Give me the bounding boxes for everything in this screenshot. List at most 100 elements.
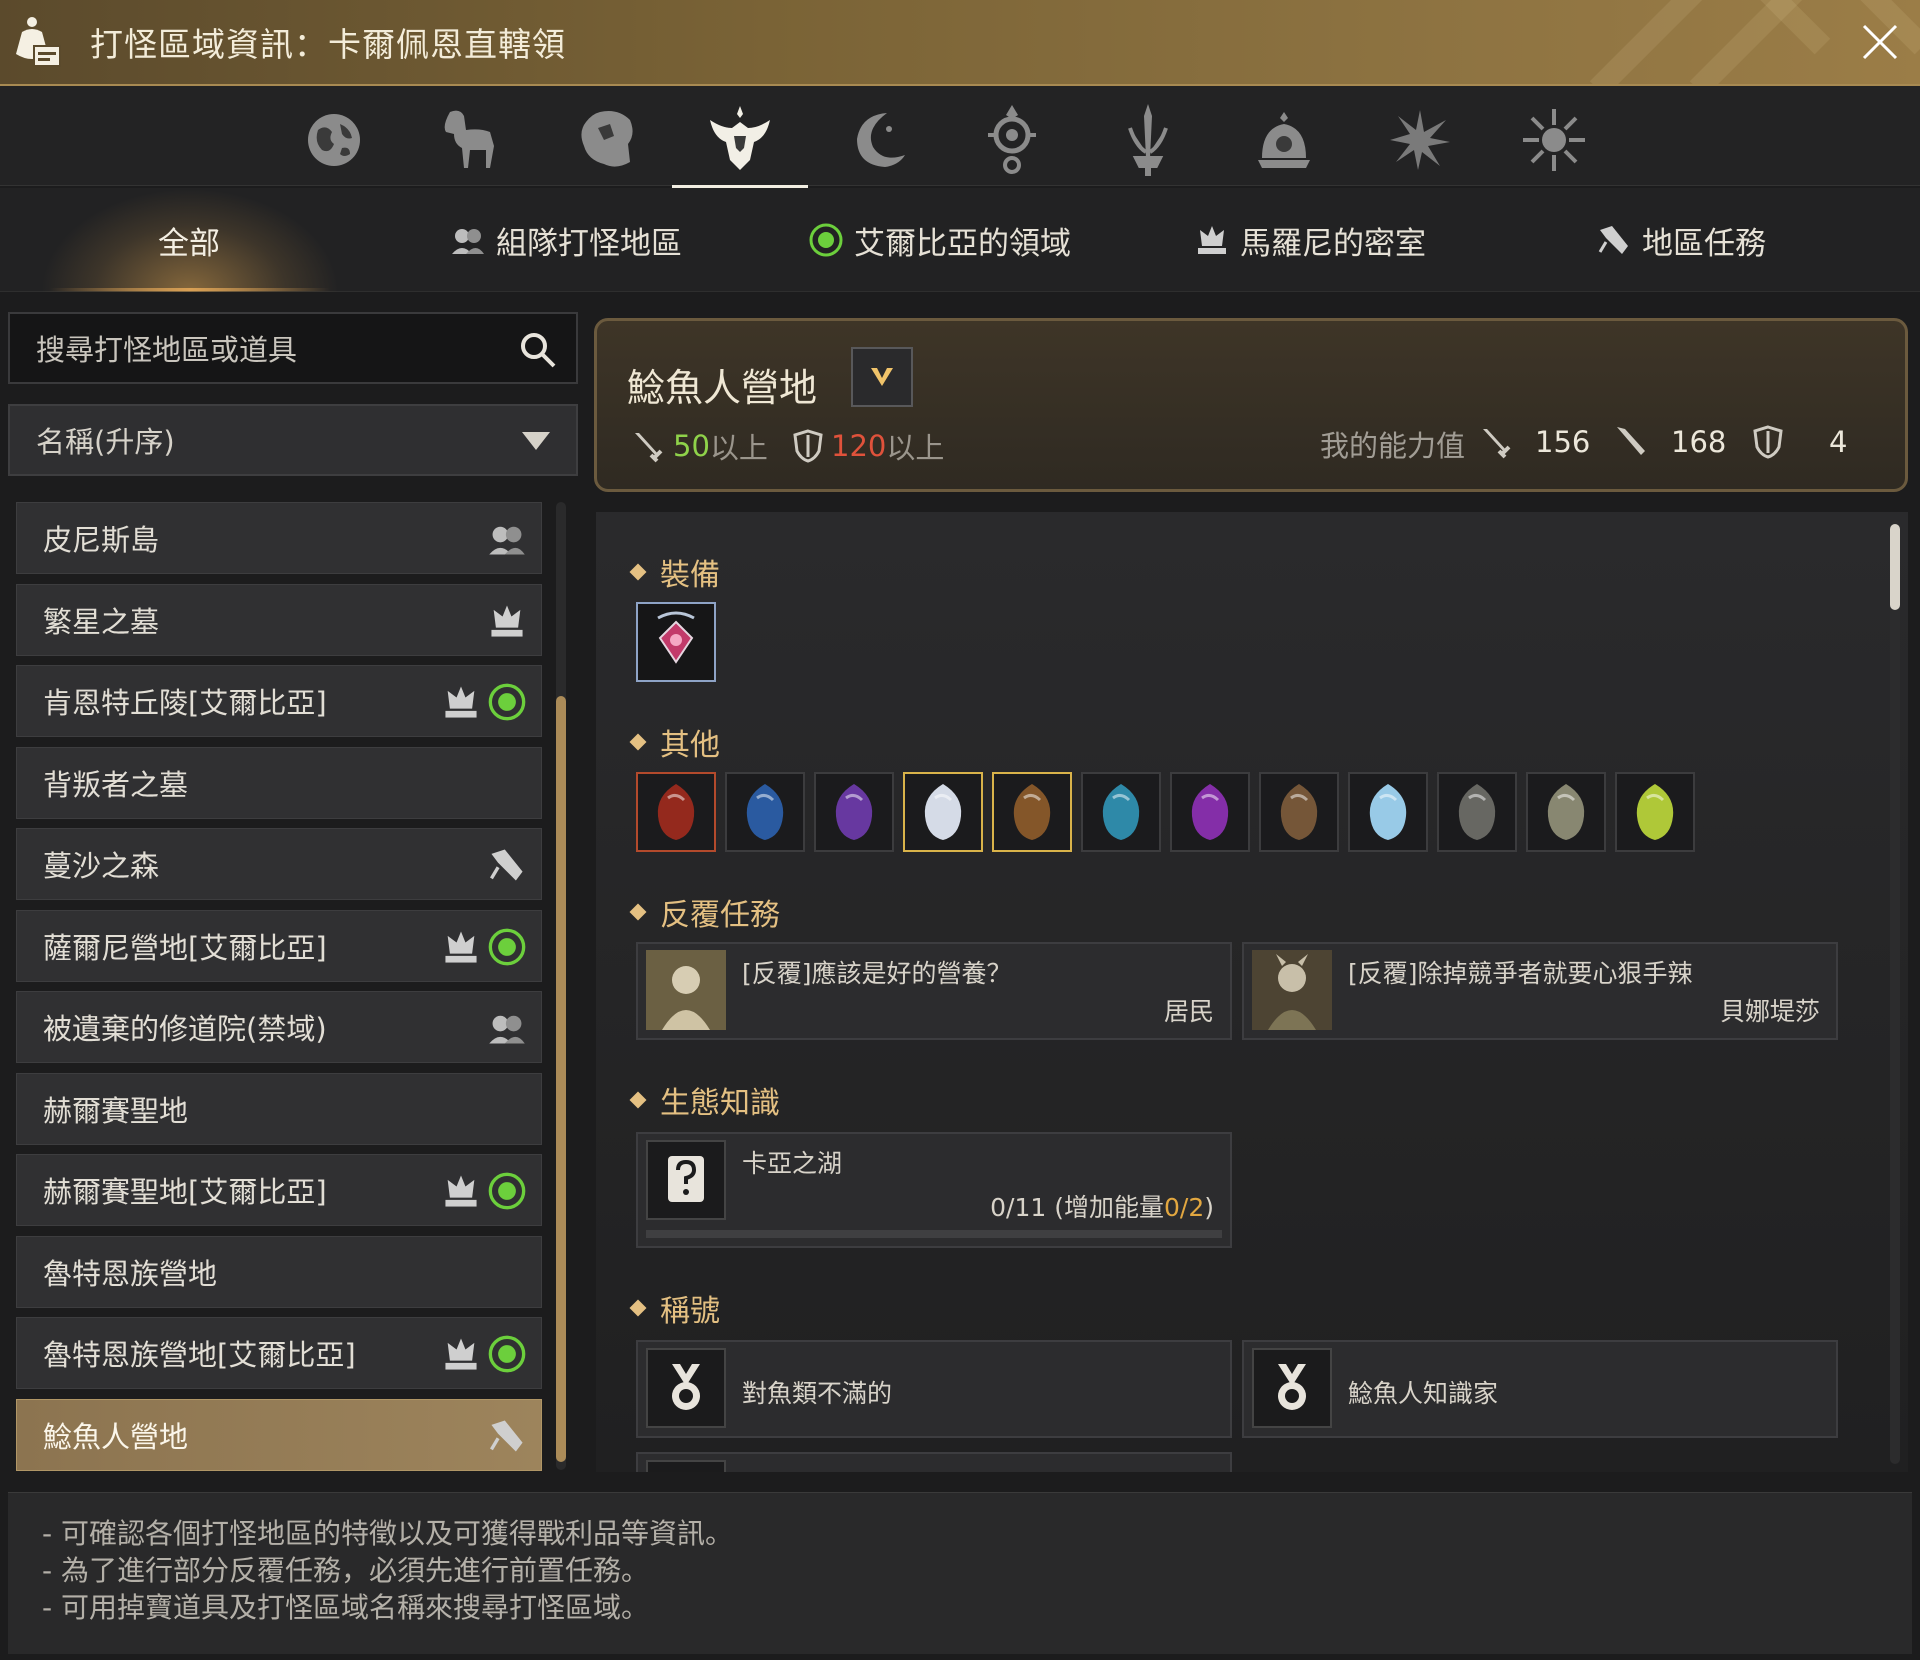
zone-list-item[interactable]: 鯰魚人營地 xyxy=(16,1398,542,1471)
white-tile-icon[interactable] xyxy=(903,772,983,852)
tab-elvia-realm[interactable]: 艾爾比亞的領域 xyxy=(808,218,1071,262)
section-title: 裝備 xyxy=(660,558,720,593)
zone-list-item[interactable]: 背叛者之墓 xyxy=(16,746,542,819)
flame-sword-icon[interactable] xyxy=(1108,100,1188,180)
my-dp-stat: 4 xyxy=(1753,425,1847,459)
tab-party-zones[interactable]: 組隊打怪地區 xyxy=(450,218,682,262)
lion-icon[interactable] xyxy=(566,100,646,180)
title-label: 鯰魚人知識家 xyxy=(1348,1379,1499,1408)
treasure-chest-icon[interactable] xyxy=(992,772,1072,852)
title-card-partial[interactable] xyxy=(636,1452,1232,1472)
silver-chest-icon[interactable] xyxy=(1259,772,1339,852)
zone-list-item[interactable]: 薩爾尼營地[艾爾比亞] xyxy=(16,909,542,982)
zone-list-item[interactable]: 魯特恩族營地 xyxy=(16,1235,542,1308)
sort-selected-value: 名稱(升序) xyxy=(36,425,175,459)
zone-list-item[interactable]: 赫爾賽聖地[艾爾比亞] xyxy=(16,1154,542,1226)
crown-icon xyxy=(441,1171,481,1211)
elvia-icon xyxy=(487,1171,527,1211)
knowledge-progress: 0/11 (增加能量0/2) xyxy=(990,1188,1214,1224)
horse-icon[interactable] xyxy=(428,100,508,180)
red-card-icon[interactable] xyxy=(636,772,716,852)
knowledge-card[interactable]: 卡亞之湖 0/11 (增加能量0/2) xyxy=(636,1132,1232,1248)
quest-scroll-icon xyxy=(487,1416,527,1456)
tab-label: 馬羅尼的密室 xyxy=(1240,225,1426,262)
globe-icon[interactable] xyxy=(294,100,374,180)
help-note: - 為了進行部分反覆任務，必須先進行前置任務。 xyxy=(42,1554,650,1587)
repeat-quest-card[interactable]: [反覆]除掉競爭者就要心狠手辣 貝娜堤莎 xyxy=(1242,942,1838,1040)
detail-scrollbar[interactable] xyxy=(1890,520,1900,1464)
zone-list-item[interactable]: 蔓沙之森 xyxy=(16,828,542,900)
title-card[interactable]: 對魚類不滿的 xyxy=(636,1340,1232,1438)
quest-title: [反覆]應該是好的營養？ xyxy=(742,959,1012,988)
ruby-necklace-icon[interactable] xyxy=(636,602,716,682)
quest-scroll-icon xyxy=(1596,222,1632,258)
tab-region-quests[interactable]: 地區任務 xyxy=(1596,218,1766,262)
help-note: - 可用掉寶道具及打怪區域名稱來搜尋打怪區域。 xyxy=(42,1591,650,1624)
help-notes: - 可確認各個打怪地區的特徵以及可獲得戰利品等資訊。 - 為了進行部分反覆任務，… xyxy=(8,1492,1912,1654)
tab-all[interactable]: 全部 xyxy=(158,218,220,262)
title-card[interactable]: 鯰魚人知識家 xyxy=(1242,1340,1838,1438)
section-equipment: 裝備 xyxy=(629,550,720,594)
zone-list-item[interactable]: 皮尼斯島 xyxy=(16,502,542,574)
zone-list-item-label: 皮尼斯島 xyxy=(43,523,160,557)
diamond-bullet-icon xyxy=(629,1091,647,1109)
zone-list-item-label: 魯特恩族營地[艾爾比亞] xyxy=(43,1338,356,1372)
sort-dropdown[interactable]: 名稱(升序) xyxy=(8,404,578,476)
search-icon[interactable] xyxy=(518,330,558,370)
tab-label: 地區任務 xyxy=(1642,225,1766,262)
crescent-moon-icon[interactable] xyxy=(838,100,918,180)
fish-scale-icon[interactable] xyxy=(1526,772,1606,852)
dp-requirement: 120 以上 xyxy=(793,425,944,467)
knowledge-progress-close: ) xyxy=(1204,1193,1214,1222)
star-burst-icon[interactable] xyxy=(1380,100,1460,180)
zone-dropdown-button[interactable] xyxy=(851,347,913,407)
zone-list-item[interactable]: 赫爾賽聖地 xyxy=(16,1072,542,1145)
search-input[interactable]: 搜尋打怪地區或道具 xyxy=(8,312,578,384)
zone-list-item[interactable]: 繁星之墓 xyxy=(16,583,542,656)
purple-pouch-icon[interactable] xyxy=(1170,772,1250,852)
winged-crest-icon[interactable] xyxy=(672,100,808,189)
eye-pendant-icon[interactable] xyxy=(972,100,1052,180)
tab-marni-chamber[interactable]: 馬羅尼的密室 xyxy=(1194,218,1426,262)
zone-list-item[interactable]: 肯恩特丘陵[艾爾比亞] xyxy=(16,665,542,737)
sun-burst-icon[interactable] xyxy=(1514,100,1594,180)
zone-list-item[interactable]: 被遺棄的修道院(禁域) xyxy=(16,991,542,1063)
zone-list-item-label: 蔓沙之森 xyxy=(43,849,160,883)
loot-bag-icon xyxy=(8,14,64,72)
blue-stone-icon[interactable] xyxy=(725,772,805,852)
section-title: 生態知識 xyxy=(660,1086,780,1121)
zone-list-item-label: 被遺棄的修道院(禁域) xyxy=(43,1012,327,1046)
dp-requirement-value: 120 xyxy=(831,429,887,463)
my-awakening-ap-stat: 168 xyxy=(1615,425,1726,459)
zone-header: 鯰魚人營地 50 以上 120 以上 我的能力值 156 168 4 xyxy=(594,318,1908,492)
green-bulb-icon[interactable] xyxy=(1615,772,1695,852)
npc-portrait-icon xyxy=(646,950,726,1030)
diamond-bullet-icon xyxy=(629,1299,647,1317)
medal-icon xyxy=(646,1348,726,1428)
purple-stone-icon[interactable] xyxy=(814,772,894,852)
quest-npc: 居民 xyxy=(1163,997,1214,1026)
repeat-quest-card[interactable]: [反覆]應該是好的營養？ 居民 xyxy=(636,942,1232,1040)
quest-title: [反覆]除掉競爭者就要心狠手辣 xyxy=(1348,959,1693,988)
zone-tag-icons xyxy=(441,927,527,967)
dome-crest-icon[interactable] xyxy=(1244,100,1324,180)
title-label: 對魚類不滿的 xyxy=(742,1379,893,1408)
tab-label: 全部 xyxy=(158,225,220,262)
close-button[interactable] xyxy=(1858,20,1902,64)
blue-pouch-icon[interactable] xyxy=(1081,772,1161,852)
knowledge-title: 卡亞之湖 xyxy=(742,1149,843,1178)
ap-requirement: 50 以上 xyxy=(631,425,768,467)
section-title: 稱號 xyxy=(660,1294,720,1329)
crown-icon xyxy=(441,1334,481,1374)
crystal-wand-icon[interactable] xyxy=(1348,772,1428,852)
awakening-sword-icon xyxy=(1615,425,1649,459)
chevron-down-icon xyxy=(522,432,550,450)
zone-list-scroll-thumb[interactable] xyxy=(556,696,566,1462)
ore-fragment-icon[interactable] xyxy=(1437,772,1517,852)
medal-icon xyxy=(1252,1348,1332,1428)
detail-scroll-thumb[interactable] xyxy=(1890,524,1900,610)
search-placeholder: 搜尋打怪地區或道具 xyxy=(36,333,298,367)
zone-list-item[interactable]: 魯特恩族營地[艾爾比亞] xyxy=(16,1317,542,1389)
crown-icon xyxy=(487,601,527,641)
zone-list-item-label: 肯恩特丘陵[艾爾比亞] xyxy=(43,686,327,720)
